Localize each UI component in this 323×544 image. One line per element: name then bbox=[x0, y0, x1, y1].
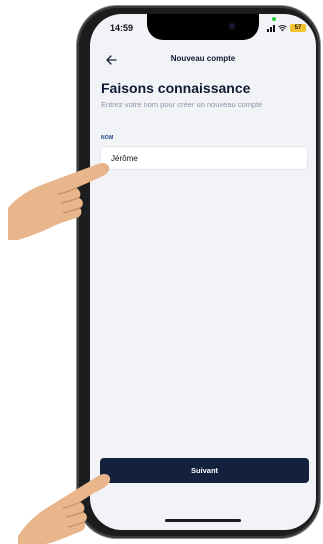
pointing-hand-icon bbox=[18, 473, 111, 544]
notch bbox=[147, 14, 259, 40]
status-time: 14:59 bbox=[110, 23, 134, 33]
battery-icon: 57 bbox=[290, 23, 306, 32]
home-indicator bbox=[165, 519, 241, 522]
name-input[interactable] bbox=[100, 146, 308, 170]
page-title: Faisons connaissance bbox=[101, 80, 251, 96]
signal-icon bbox=[267, 24, 275, 32]
privacy-indicator bbox=[272, 17, 276, 21]
camera-icon bbox=[228, 22, 236, 30]
page-subtitle: Entrez votre nom pour créer un nouveau c… bbox=[101, 100, 263, 109]
app-screen: 14:59 57 Nouveau compte Faisons connaiss… bbox=[90, 14, 316, 530]
nav-header: Nouveau compte bbox=[90, 50, 316, 70]
next-button[interactable]: Suivant bbox=[100, 458, 309, 483]
pointing-hand-icon bbox=[8, 163, 110, 240]
name-field-label: NOM bbox=[101, 135, 114, 141]
header-title: Nouveau compte bbox=[170, 54, 236, 63]
wifi-icon bbox=[278, 24, 287, 31]
status-icons: 57 bbox=[267, 23, 306, 32]
